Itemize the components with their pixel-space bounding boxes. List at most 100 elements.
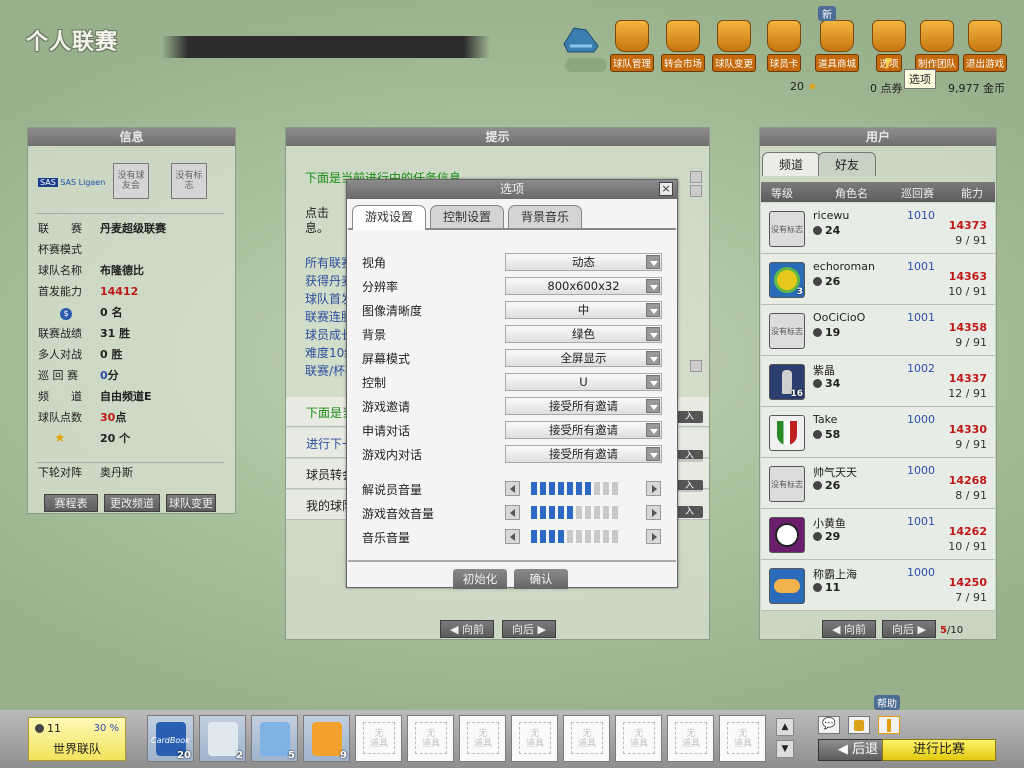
option-value: 接受所有邀请 [549,423,618,437]
team-logo-badge[interactable]: 没有标志 [171,163,207,199]
info-value: 丹麦超级联赛 [100,222,166,235]
nav-box-button[interactable]: 道具商城 [815,20,860,72]
option-select[interactable]: 绿色 [505,325,662,343]
user-row[interactable]: 小黄鱼 29 1001 14262 10 / 91 [761,509,995,560]
nav-card-button[interactable]: 球员卡 [762,20,806,72]
users-next-button[interactable]: 向后 ▶ [882,620,936,638]
option-select[interactable]: 中 [505,301,662,319]
scroll-up-button[interactable] [690,171,702,183]
info-value: 14412 [100,285,139,298]
volume-segment [531,482,537,495]
reset-button[interactable]: 初始化 [453,569,507,589]
item-count: 5 [288,750,295,761]
volume-segment [540,482,546,495]
clock-icon [813,226,822,235]
empty-item-slot[interactable]: 无 道具 [667,715,714,762]
volume-up-button[interactable] [646,529,661,544]
avatar-count: 16 [790,389,803,399]
empty-item-slot[interactable]: 无 道具 [459,715,506,762]
confirm-button[interactable]: 确认 [514,569,568,589]
option-value: 800x600x32 [547,279,620,293]
empty-item-slot[interactable]: 无 道具 [355,715,402,762]
users-prev-button[interactable]: ◀ 向前 [822,620,876,638]
user-tour-rank: 1001 [907,311,935,324]
empty-item-slot[interactable]: 无 道具 [719,715,766,762]
enter-button[interactable]: 入 [676,411,703,423]
change-team-button[interactable]: 球队变更 [166,494,216,512]
option-value: U [579,375,588,389]
volume-up-button[interactable] [646,481,661,496]
hints-prev-button[interactable]: ◀ 向前 [440,620,494,638]
nav-exit-flag-button[interactable]: 退出游戏 [963,20,1008,72]
nav-players-button[interactable]: 转会市场 [661,20,706,72]
nav-ball-button[interactable]: 球队变更 [712,20,757,72]
volume-down-button[interactable] [505,529,520,544]
option-select[interactable]: U [505,373,662,391]
item-slot[interactable]: CardBook 20 [147,715,194,762]
empty-item-slot[interactable]: 无 道具 [511,715,558,762]
empty-item-slot[interactable]: 无 道具 [563,715,610,762]
user-row[interactable]: 没有标志 OoCiCioO 19 1001 14358 9 / 91 [761,305,995,356]
item-slot[interactable]: 2 [199,715,246,762]
option-select[interactable]: 动态 [505,253,662,271]
item-icon [208,722,238,756]
user-name: Take [813,413,838,426]
option-select[interactable]: 全屏显示 [505,349,662,367]
user-row[interactable]: 16 紫晶 34 1002 14337 12 / 91 [761,356,995,407]
enter-button[interactable]: 入 [676,506,703,518]
schedule-button[interactable]: 赛程表 [44,494,98,512]
user-power: 14358 [948,321,987,334]
option-select[interactable]: 接受所有邀请 [505,397,662,415]
volume-down-button[interactable] [505,505,520,520]
option-select[interactable]: 接受所有邀请 [505,445,662,463]
tab-game-settings[interactable]: 游戏设置 [352,205,426,230]
user-row[interactable]: 没有标志 ricewu 24 1010 14373 9 / 91 [761,203,995,254]
empty-item-slot[interactable]: 无 道具 [407,715,454,762]
tab-channel[interactable]: 频道 [762,152,820,176]
box-icon [820,20,854,52]
col-power: 能力 [961,187,983,200]
volume-segment [576,530,582,543]
clock-icon [813,379,822,388]
item-slot[interactable]: 9 [303,715,350,762]
nav-whistle-button[interactable]: 球队管理 [610,20,655,72]
user-record: 12 / 91 [948,387,987,400]
hints-next-button[interactable]: 向后 ▶ [502,620,556,638]
chat-icon[interactable]: 💬 [818,716,840,734]
user-row[interactable]: Take 58 1000 14330 9 / 91 [761,407,995,458]
user-level-value: 34 [825,377,841,390]
club-badge[interactable]: 没有球友会 [113,163,149,199]
slots-up-button[interactable]: ▲ [776,718,794,736]
option-select[interactable]: 接受所有邀请 [505,421,662,439]
option-label: 视角 [362,256,387,270]
nav-magnet-button[interactable]: 制作团队 [915,20,960,72]
close-icon[interactable]: × [659,182,673,196]
option-value: 动态 [572,255,595,269]
empty-item-slot[interactable]: 无 道具 [615,715,662,762]
info-row: 球队点数 30 点 [38,408,126,428]
team-card[interactable]: 11 30 % 世界联队 [28,717,126,761]
scroll-down-button[interactable] [690,360,702,372]
info-value: 0 名 [100,306,123,319]
user-row[interactable]: 没有标志 帅气天天 26 1000 14268 8 / 91 [761,458,995,509]
tab-bgm[interactable]: 背景音乐 [508,205,582,228]
item-slot[interactable]: 5 [251,715,298,762]
lock-icon[interactable] [848,716,870,734]
start-match-button[interactable]: 进行比赛 [882,739,996,761]
user-tour-rank: 1001 [907,515,935,528]
volume-up-button[interactable] [646,505,661,520]
volume-down-button[interactable] [505,481,520,496]
scroll-thumb[interactable] [690,185,702,197]
info-icon[interactable] [878,716,900,734]
user-row[interactable]: 称霸上海 11 1000 14250 7 / 91 [761,560,995,611]
tab-control-settings[interactable]: 控制设置 [430,205,504,228]
sponsor-text: SAS Ligaen [60,178,106,187]
boot-icon[interactable] [560,24,602,56]
user-row[interactable]: 3 echoroman 26 1001 14363 10 / 91 [761,254,995,305]
option-select[interactable]: 800x600x32 [505,277,662,295]
change-channel-button[interactable]: 更改频道 [104,494,160,512]
info-key: 多人对战 [38,348,82,361]
slots-down-button[interactable]: ▼ [776,740,794,758]
help-badge[interactable]: 帮助 [874,695,900,710]
tab-friends[interactable]: 好友 [818,152,876,176]
